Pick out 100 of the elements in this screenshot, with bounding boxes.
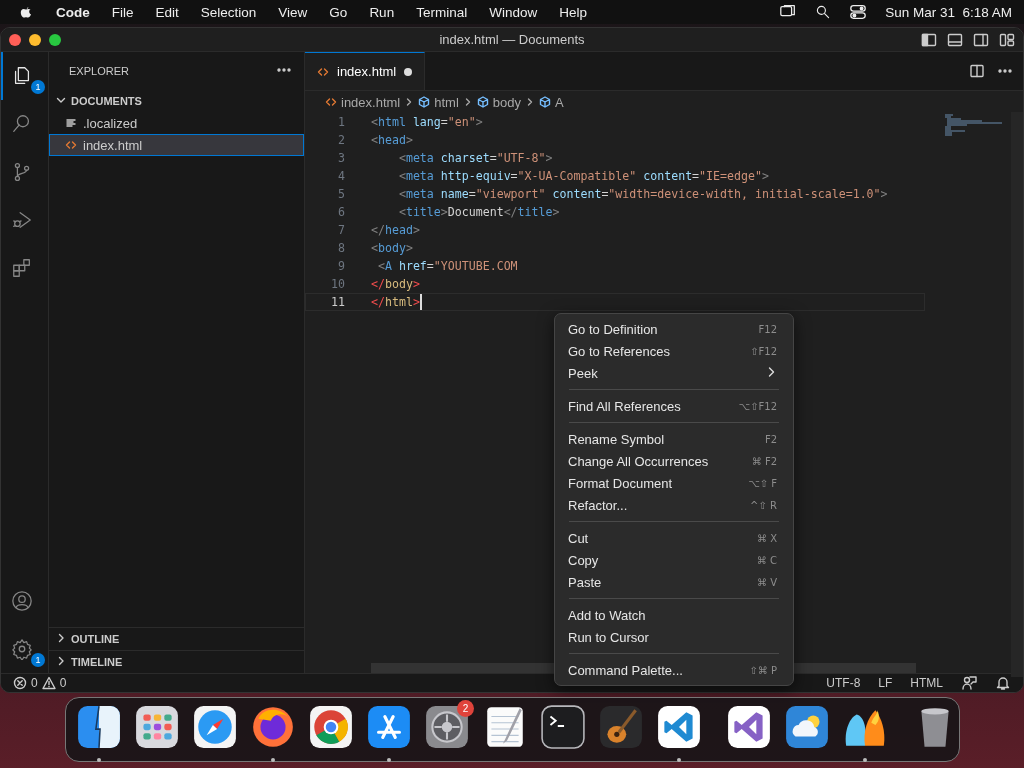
window-icon[interactable] xyxy=(76,703,122,750)
shortcut: F12 xyxy=(758,323,777,335)
line-number: 3 xyxy=(337,151,345,165)
menubar-menu[interactable]: File xyxy=(111,4,134,20)
grid-icon[interactable] xyxy=(134,703,180,750)
shortcut: ⌥⇧F12 xyxy=(738,400,777,412)
context-menu-item[interactable]: Peek xyxy=(555,362,793,384)
cube-icon xyxy=(418,96,431,108)
guitar-icon[interactable] xyxy=(598,703,644,750)
code-line: <meta http-equiv="X-UA-Compatible" content="IE=edge"> xyxy=(397,169,769,183)
code-file-icon xyxy=(65,139,77,151)
cloud-icon[interactable] xyxy=(784,703,830,750)
line-number: 6 xyxy=(337,205,345,219)
shortcut: ⇧⌘ P xyxy=(749,664,777,676)
warning-icon[interactable] xyxy=(41,676,56,690)
menubar-clock[interactable]: Sun Mar 31 6:18 AM xyxy=(885,4,1012,20)
gear-icon[interactable] xyxy=(424,703,470,750)
line-number: 8 xyxy=(337,241,345,255)
wheel-icon[interactable] xyxy=(308,703,354,750)
settings-icon[interactable] xyxy=(10,638,33,660)
shortcut: ⌘ C xyxy=(756,554,777,566)
search-icon[interactable] xyxy=(815,4,832,20)
shortcut: ⇧F12 xyxy=(750,345,777,357)
shortcut: F2 xyxy=(764,433,777,445)
warning-count[interactable]: 0 xyxy=(59,676,67,690)
shortcut: ⌥⇧ F xyxy=(748,477,777,489)
minimize-button[interactable] xyxy=(29,33,41,46)
menubar-menu[interactable]: Edit xyxy=(155,4,179,20)
context-menu-item[interactable]: Change All Occurrences ⌘ F2 xyxy=(555,450,793,472)
bell-icon[interactable] xyxy=(995,675,1011,691)
error-count[interactable]: 0 xyxy=(31,676,38,690)
context-menu-item[interactable]: Paste ⌘ V xyxy=(555,571,793,593)
line-number: 9 xyxy=(337,259,345,273)
account-icon[interactable] xyxy=(10,590,33,612)
context-menu-item[interactable]: Format Document ⌥⇧ F xyxy=(555,472,793,494)
terminal-icon[interactable] xyxy=(540,703,586,750)
context-menu-item[interactable]: Command Palette... ⇧⌘ P xyxy=(555,659,793,681)
context-menu-item[interactable]: Go to References ⇧F12 xyxy=(555,340,793,362)
breadcrumb[interactable]: index.html xyxy=(341,94,401,110)
app-menu[interactable]: Code xyxy=(56,4,90,20)
extensions-icon[interactable] xyxy=(10,257,33,279)
scrollbar[interactable] xyxy=(1011,112,1023,677)
context-menu-item[interactable]: Refactor... ^⇧ R xyxy=(555,494,793,516)
code-line: <A href="YOUTUBE.COM xyxy=(376,259,518,273)
status-item[interactable]: UTF-8 xyxy=(826,676,861,690)
toggle-secondary-sidebar-icon[interactable] xyxy=(973,31,989,48)
context-menu-item[interactable]: Find All References ⌥⇧F12 xyxy=(555,395,793,417)
tools-icon[interactable] xyxy=(366,703,412,750)
code-line: <title>Document</title> xyxy=(397,205,560,219)
maximize-button[interactable] xyxy=(49,33,61,46)
text-cursor xyxy=(419,294,422,310)
notification-badge: 2 xyxy=(457,699,474,717)
menubar-menu[interactable]: Go xyxy=(329,4,348,20)
context-menu-item[interactable]: Rename Symbol F2 xyxy=(555,428,793,450)
code-editor-icon[interactable] xyxy=(726,703,772,750)
context-menu-item[interactable]: Run to Cursor xyxy=(555,626,793,648)
compass-icon[interactable] xyxy=(192,703,238,750)
window-title: index.html — Documents xyxy=(439,32,585,47)
code-line: </html> xyxy=(371,295,420,309)
toggle-sidebar-icon[interactable] xyxy=(921,31,937,48)
context-menu-item[interactable]: Go to Definition F12 xyxy=(555,318,793,340)
file-tree-row[interactable]: .localized xyxy=(49,112,304,134)
shortcut: ⌘ V xyxy=(756,576,777,588)
menubar-menu[interactable]: Terminal xyxy=(416,4,468,20)
menubar-menu[interactable]: Run xyxy=(369,4,395,20)
menubar-menu[interactable]: Help xyxy=(559,4,587,20)
feedback-icon[interactable] xyxy=(961,675,977,691)
customize-layout-icon[interactable] xyxy=(999,31,1015,48)
context-menu-item[interactable]: Copy ⌘ C xyxy=(555,549,793,571)
section-header[interactable]: OUTLINE xyxy=(71,633,120,645)
toggle-panel-icon[interactable] xyxy=(947,31,963,48)
shortcut: ⌘ F2 xyxy=(751,455,777,467)
breadcrumb[interactable]: A xyxy=(555,94,564,110)
status-item[interactable]: HTML xyxy=(910,676,943,690)
file-tree-row[interactable]: index.html xyxy=(49,134,304,156)
sidebar-title: EXPLORER xyxy=(69,65,129,77)
error-icon[interactable] xyxy=(13,676,27,690)
cube-icon xyxy=(476,96,489,108)
context-menu-item[interactable]: Add to Watch xyxy=(555,604,793,626)
section-header[interactable]: DOCUMENTS xyxy=(71,95,142,107)
line-number: 10 xyxy=(330,277,345,291)
status-item[interactable]: LF xyxy=(878,676,893,690)
menubar-menu[interactable]: Selection xyxy=(200,4,257,20)
line-number: 1 xyxy=(337,115,345,129)
menubar-menu[interactable]: View xyxy=(278,4,308,20)
control-center-icon[interactable] xyxy=(849,3,868,21)
breadcrumb[interactable]: html xyxy=(434,94,459,110)
context-menu-item[interactable]: Cut ⌘ X xyxy=(555,527,793,549)
menubar-menu[interactable]: Window xyxy=(489,4,538,20)
cube-icon xyxy=(539,96,551,108)
split-editor-icon[interactable] xyxy=(969,63,985,79)
code-file-icon xyxy=(317,65,329,78)
section-header[interactable]: TIMELINE xyxy=(71,656,123,668)
breadcrumb[interactable]: body xyxy=(492,94,521,110)
run-debug-icon[interactable] xyxy=(10,209,33,231)
editor-tab[interactable]: index.html xyxy=(305,52,426,90)
close-button[interactable] xyxy=(9,33,21,46)
code-line: </body> xyxy=(371,277,420,291)
shortcut: ^⇧ R xyxy=(750,499,777,511)
code-editor-icon[interactable] xyxy=(656,703,702,750)
